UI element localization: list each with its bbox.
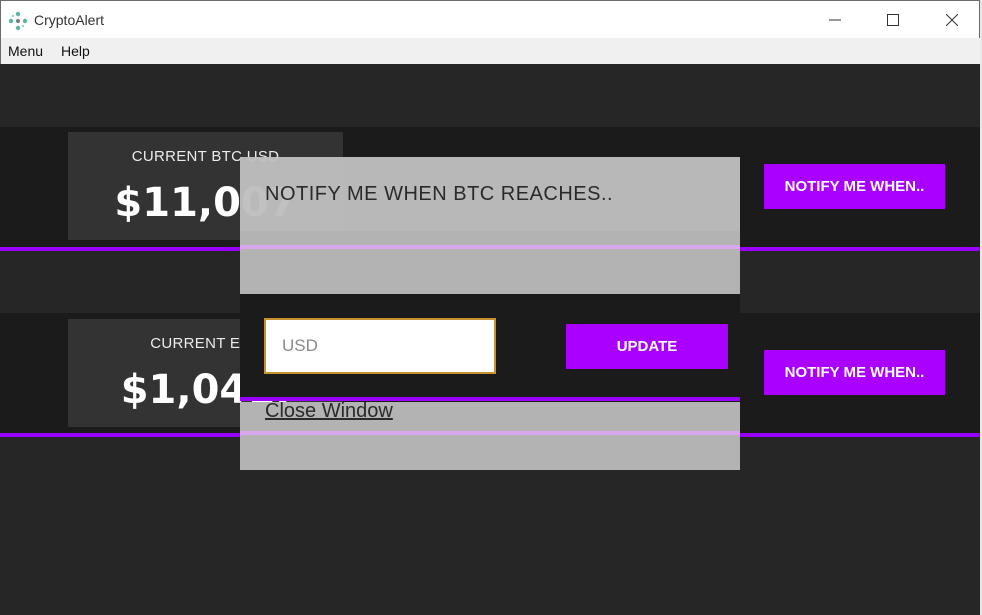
menu-item-help[interactable]: Help: [61, 43, 90, 59]
modal-header-band: [240, 231, 740, 294]
modal-header: NOTIFY ME WHEN BTC REACHES..: [240, 157, 740, 294]
menu-item-menu[interactable]: Menu: [8, 43, 43, 59]
modal-divider: [240, 245, 740, 249]
close-window-link[interactable]: Close Window: [265, 400, 393, 423]
update-button[interactable]: UPDATE: [566, 324, 728, 369]
modal-footer: Close Window: [240, 400, 740, 470]
menu-bar: Menu Help: [0, 38, 980, 64]
usd-input[interactable]: [264, 318, 496, 374]
close-button[interactable]: [928, 1, 976, 39]
minimize-icon: [829, 19, 841, 21]
modal-body: UPDATE: [240, 294, 740, 401]
window-title: CryptoAlert: [34, 12, 105, 28]
maximize-icon: [887, 14, 899, 26]
btc-notify-button[interactable]: NOTIFY ME WHEN..: [764, 164, 945, 209]
close-icon: [946, 14, 958, 26]
eth-notify-button[interactable]: NOTIFY ME WHEN..: [764, 350, 945, 395]
app-logo-icon: [8, 11, 28, 31]
maximize-button[interactable]: [869, 1, 917, 39]
modal-title: NOTIFY ME WHEN BTC REACHES..: [265, 183, 614, 205]
minimize-button[interactable]: [811, 1, 859, 39]
notify-modal: NOTIFY ME WHEN BTC REACHES.. UPDATE Clos…: [240, 157, 740, 470]
title-bar[interactable]: CryptoAlert: [0, 0, 980, 38]
modal-footer-divider: [240, 431, 740, 435]
